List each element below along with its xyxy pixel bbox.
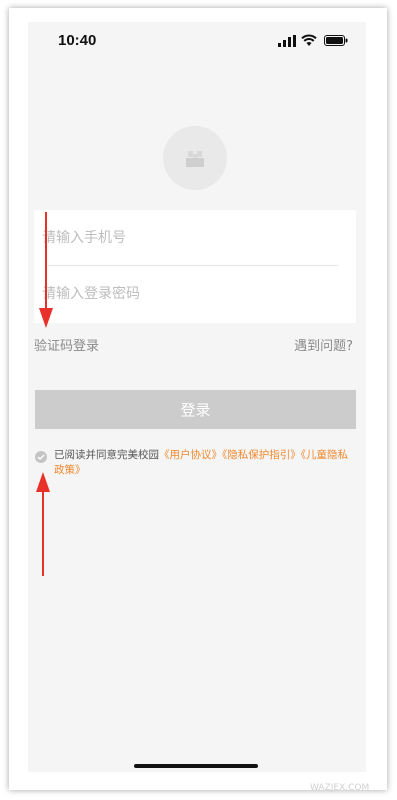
app-logo [163,126,227,190]
status-bar: 10:40 [28,22,366,62]
agreement-prefix: 已阅读并同意完美校园 [54,449,159,461]
status-time: 10:40 [58,32,97,49]
cellular-signal-icon [278,35,296,47]
agreement-checkbox[interactable] [35,451,47,463]
app-logo-placeholder [186,151,204,167]
login-button[interactable]: 登录 [35,390,356,429]
password-input[interactable] [42,282,332,306]
red-annotation-arrow-down [39,212,53,328]
battery-icon [324,35,348,46]
agreement-text: 已阅读并同意完美校园《用户协议》《隐私保护指引》《儿童隐私政策》 [54,448,355,478]
home-indicator [134,764,258,768]
watermark: WAZJEX.COM [310,783,370,793]
login-screen: 10:40 验证码登录 遇到问题? 登录 [28,22,366,772]
problem-link[interactable]: 遇到问题? [294,335,353,354]
red-annotation-arrow-up [36,472,50,576]
wifi-icon [301,34,317,46]
sms-login-link[interactable]: 验证码登录 [34,335,99,354]
user-agreement-link[interactable]: 《用户协议》 [159,449,222,461]
privacy-guide-link[interactable]: 《隐私保护指引》 [222,449,301,461]
input-divider [48,265,338,266]
checkmark-icon [37,454,45,460]
phone-input[interactable] [42,226,332,250]
